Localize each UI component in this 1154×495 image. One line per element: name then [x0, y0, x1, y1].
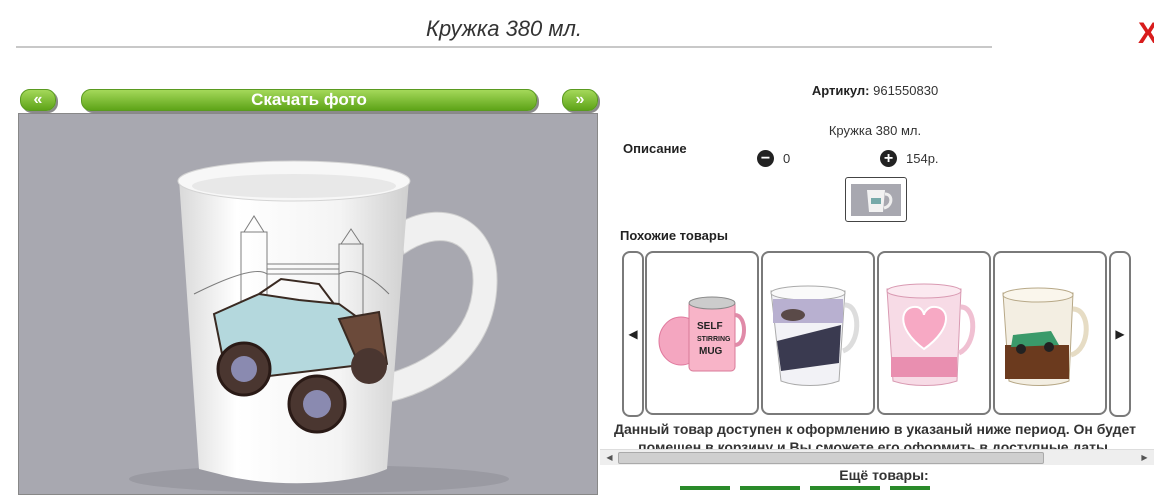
next-photo-button[interactable]: » — [562, 89, 598, 111]
mug-illustration — [129, 160, 509, 493]
mug-text-3: MUG — [699, 346, 723, 357]
scroll-thumb[interactable] — [618, 452, 1044, 464]
more-products-links[interactable] — [680, 486, 980, 492]
self-stirring-mug-image: SELF STIRRING MUG — [658, 296, 746, 372]
product-title: Кружка 380 мл. — [425, 16, 582, 41]
scroll-right-icon[interactable]: ▶ — [1138, 452, 1151, 463]
car-mug-image — [1002, 287, 1089, 386]
horizontal-scrollbar[interactable]: ◀ ▶ — [600, 449, 1154, 465]
close-icon[interactable]: X — [1138, 19, 1154, 49]
description-text: Кружка 380 мл. — [828, 123, 922, 138]
sku-label: Артикул: — [811, 83, 870, 98]
prev-photo-button[interactable]: « — [20, 89, 56, 111]
plus-icon[interactable]: + — [880, 150, 897, 167]
mug-text-2: STIRRING — [697, 336, 731, 343]
description-label: Описание — [623, 141, 687, 156]
similar-products-title: Похожие товары — [620, 228, 728, 243]
title-divider — [16, 46, 992, 48]
sku-value: 961550830 — [873, 83, 939, 98]
similar-product-card[interactable]: SELF STIRRING MUG — [645, 251, 759, 415]
price: 154р. — [906, 151, 939, 166]
more-products-title: Ещё товары: — [839, 467, 929, 483]
product-photo — [18, 113, 598, 495]
thumbnail-image — [851, 184, 901, 216]
heart-mug-image — [886, 283, 976, 386]
carousel-next-icon[interactable]: ▶ — [1109, 251, 1131, 417]
scroll-left-icon[interactable]: ◀ — [603, 452, 616, 463]
quantity-value: 0 — [783, 151, 791, 166]
availability-notice: Данный товар доступен к оформлению в ука… — [614, 421, 1136, 452]
minus-icon[interactable]: − — [757, 150, 774, 167]
photo-thumbnail[interactable] — [845, 177, 907, 222]
patterned-mug-image — [770, 285, 860, 386]
mug-text-1: SELF — [697, 321, 723, 332]
similar-product-card[interactable] — [993, 251, 1107, 415]
download-photo-button[interactable]: Скачать фото — [81, 89, 537, 111]
similar-product-card[interactable] — [761, 251, 875, 415]
carousel-prev-icon[interactable]: ◀ — [622, 251, 644, 417]
sku-row: Артикул: 961550830 — [600, 83, 1150, 98]
similar-product-card[interactable] — [877, 251, 991, 415]
